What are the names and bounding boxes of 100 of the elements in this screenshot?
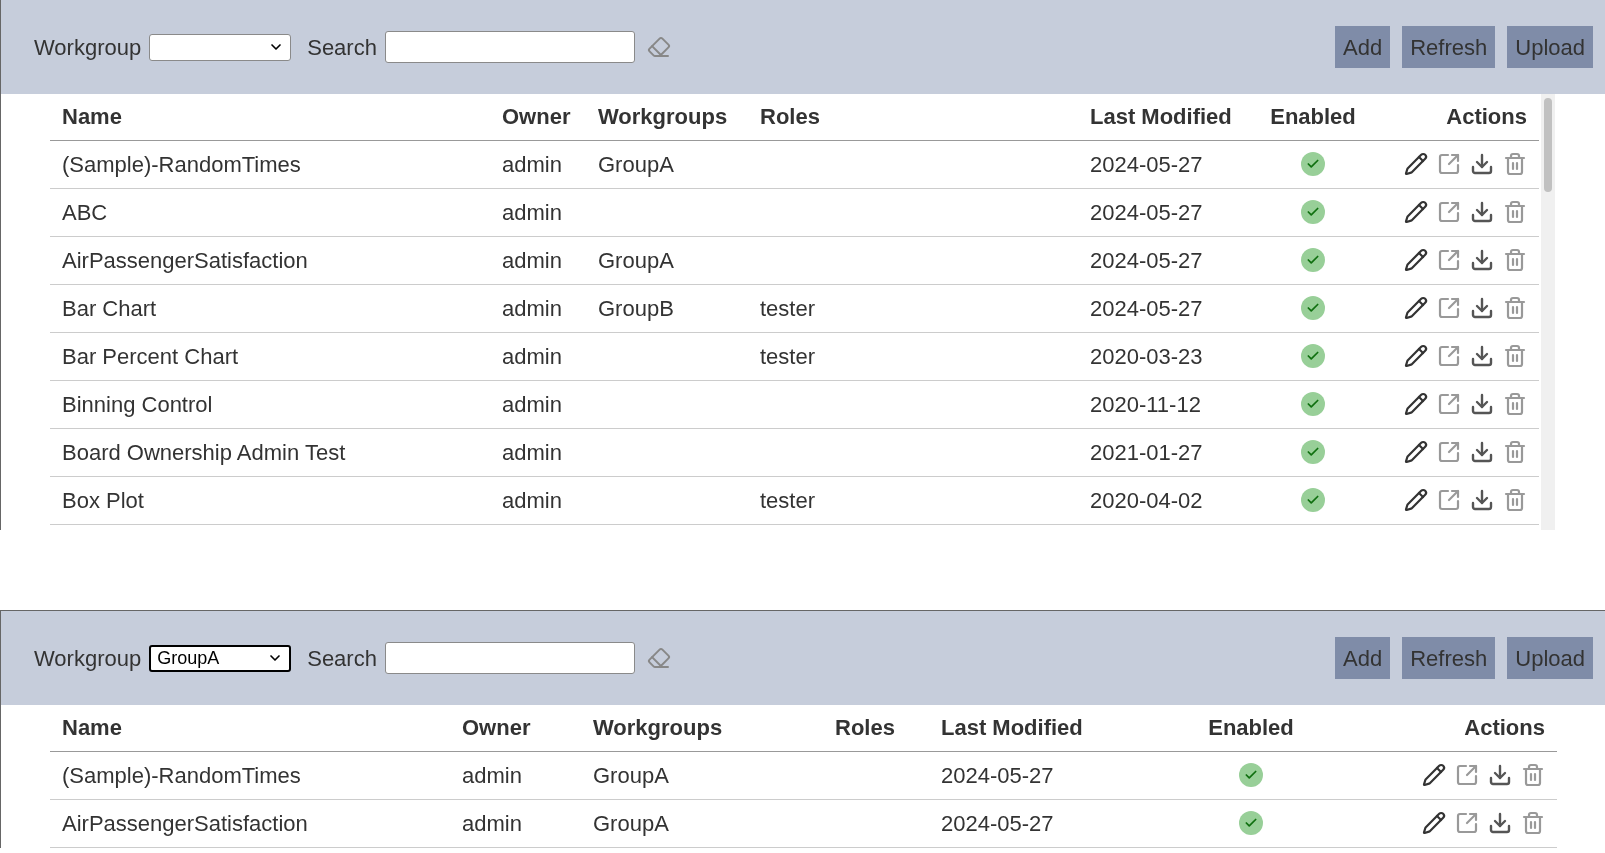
column-header: Roles — [801, 705, 929, 751]
external-link-icon[interactable] — [1437, 296, 1461, 321]
trash-icon[interactable] — [1503, 392, 1527, 417]
table-cell: 2024-05-27 — [1090, 151, 1203, 177]
download-icon[interactable] — [1470, 344, 1494, 369]
table-cell: GroupA — [593, 810, 669, 836]
eraser-icon[interactable] — [646, 646, 671, 670]
table-cell: AirPassengerSatisfaction — [62, 247, 308, 273]
table-cell: GroupB — [598, 295, 674, 321]
external-link-icon[interactable] — [1437, 392, 1461, 417]
table-cell: (Sample)-RandomTimes — [62, 762, 301, 788]
column-header: Owner — [490, 94, 586, 140]
download-icon[interactable] — [1470, 152, 1494, 177]
toolbar-button[interactable]: Add — [1335, 637, 1391, 679]
search-field[interactable] — [384, 642, 635, 674]
download-icon[interactable] — [1470, 200, 1494, 225]
download-icon[interactable] — [1470, 296, 1494, 321]
table-cell: tester — [760, 343, 816, 369]
pencil-icon[interactable] — [1404, 296, 1428, 321]
trash-icon[interactable] — [1521, 763, 1545, 788]
column-header: Roles — [748, 94, 1078, 140]
table-cell: (Sample)-RandomTimes — [62, 151, 301, 177]
download-icon[interactable] — [1488, 763, 1512, 788]
table-cell: tester — [760, 295, 816, 321]
table-cell: 2024-05-27 — [941, 810, 1054, 836]
workgroup-label: Workgroup — [34, 644, 142, 673]
table-cell: 2020-03-23 — [1090, 343, 1203, 369]
column-header: Last Modified — [929, 705, 1169, 751]
column-header: Owner — [450, 705, 581, 751]
column-header: Actions — [1333, 705, 1557, 751]
search-label: Search — [307, 33, 377, 62]
pencil-icon[interactable] — [1404, 392, 1428, 417]
external-link-icon[interactable] — [1455, 811, 1479, 836]
column-header: Actions — [1373, 94, 1539, 140]
table-cell: GroupA — [593, 762, 669, 788]
trash-icon[interactable] — [1503, 440, 1527, 465]
column-header: Workgroups — [581, 705, 801, 751]
table-cell: 2024-05-27 — [1090, 247, 1203, 273]
table-cell: 2024-05-27 — [1090, 199, 1203, 225]
download-icon[interactable] — [1470, 488, 1494, 513]
toolbar-button[interactable]: Upload — [1507, 637, 1593, 679]
pencil-icon[interactable] — [1404, 200, 1428, 225]
table-cell: GroupA — [598, 247, 674, 273]
trash-icon[interactable] — [1503, 488, 1527, 513]
table-cell: Bar Chart — [62, 295, 157, 321]
toolbar-button[interactable]: Refresh — [1402, 26, 1496, 68]
download-icon[interactable] — [1470, 248, 1494, 273]
table-cell: Box Plot — [62, 487, 144, 513]
external-link-icon[interactable] — [1437, 488, 1461, 513]
external-link-icon[interactable] — [1437, 440, 1461, 465]
download-icon[interactable] — [1470, 392, 1494, 417]
pencil-icon[interactable] — [1404, 248, 1428, 273]
toolbar-button[interactable]: Add — [1335, 26, 1391, 68]
download-icon[interactable] — [1470, 440, 1494, 465]
table-cell: GroupA — [598, 151, 674, 177]
trash-icon[interactable] — [1521, 811, 1545, 836]
search-label: Search — [307, 644, 377, 673]
external-link-icon[interactable] — [1437, 248, 1461, 273]
column-header: Enabled — [1253, 94, 1373, 140]
pencil-icon[interactable] — [1404, 344, 1428, 369]
trash-icon[interactable] — [1503, 152, 1527, 177]
table-cell: AirPassengerSatisfaction — [62, 810, 308, 836]
column-header: Last Modified — [1078, 94, 1253, 140]
table-cell: admin — [462, 810, 522, 836]
pencil-icon[interactable] — [1404, 152, 1428, 177]
pencil-icon[interactable] — [1422, 763, 1446, 788]
eraser-icon[interactable] — [646, 35, 671, 59]
table-cell: Bar Percent Chart — [62, 343, 239, 369]
workgroup-label: Workgroup — [34, 33, 142, 62]
column-header: Name — [50, 94, 490, 140]
trash-icon[interactable] — [1503, 344, 1527, 369]
table-cell: 2021-01-27 — [1090, 439, 1203, 465]
toolbar-button[interactable]: Upload — [1507, 26, 1593, 68]
table-cell: 2024-05-27 — [1090, 295, 1203, 321]
search-field[interactable] — [384, 31, 635, 63]
pencil-icon[interactable] — [1404, 488, 1428, 513]
external-link-icon[interactable] — [1455, 763, 1479, 788]
download-icon[interactable] — [1488, 811, 1512, 836]
external-link-icon[interactable] — [1437, 152, 1461, 177]
trash-icon[interactable] — [1503, 200, 1527, 225]
workgroup-select[interactable]: GroupA — [149, 644, 292, 672]
external-link-icon[interactable] — [1437, 344, 1461, 369]
external-link-icon[interactable] — [1437, 200, 1461, 225]
pencil-icon[interactable] — [1422, 811, 1446, 836]
table-cell: Board Ownership Admin Test — [62, 439, 346, 465]
table-cell: admin — [502, 247, 562, 273]
scrollbar[interactable] — [1541, 94, 1555, 530]
table-cell: admin — [502, 439, 562, 465]
trash-icon[interactable] — [1503, 296, 1527, 321]
table-cell: ABC — [62, 199, 108, 225]
table-cell: admin — [502, 391, 562, 417]
table-cell: admin — [502, 295, 562, 321]
workgroup-select[interactable] — [149, 33, 292, 61]
trash-icon[interactable] — [1503, 248, 1527, 273]
table-cell: admin — [502, 151, 562, 177]
pencil-icon[interactable] — [1404, 440, 1428, 465]
toolbar-button[interactable]: Refresh — [1402, 637, 1496, 679]
table-cell: 2020-04-02 — [1090, 487, 1203, 513]
column-header: Enabled — [1169, 705, 1333, 751]
table-cell: 2020-11-12 — [1090, 391, 1201, 417]
